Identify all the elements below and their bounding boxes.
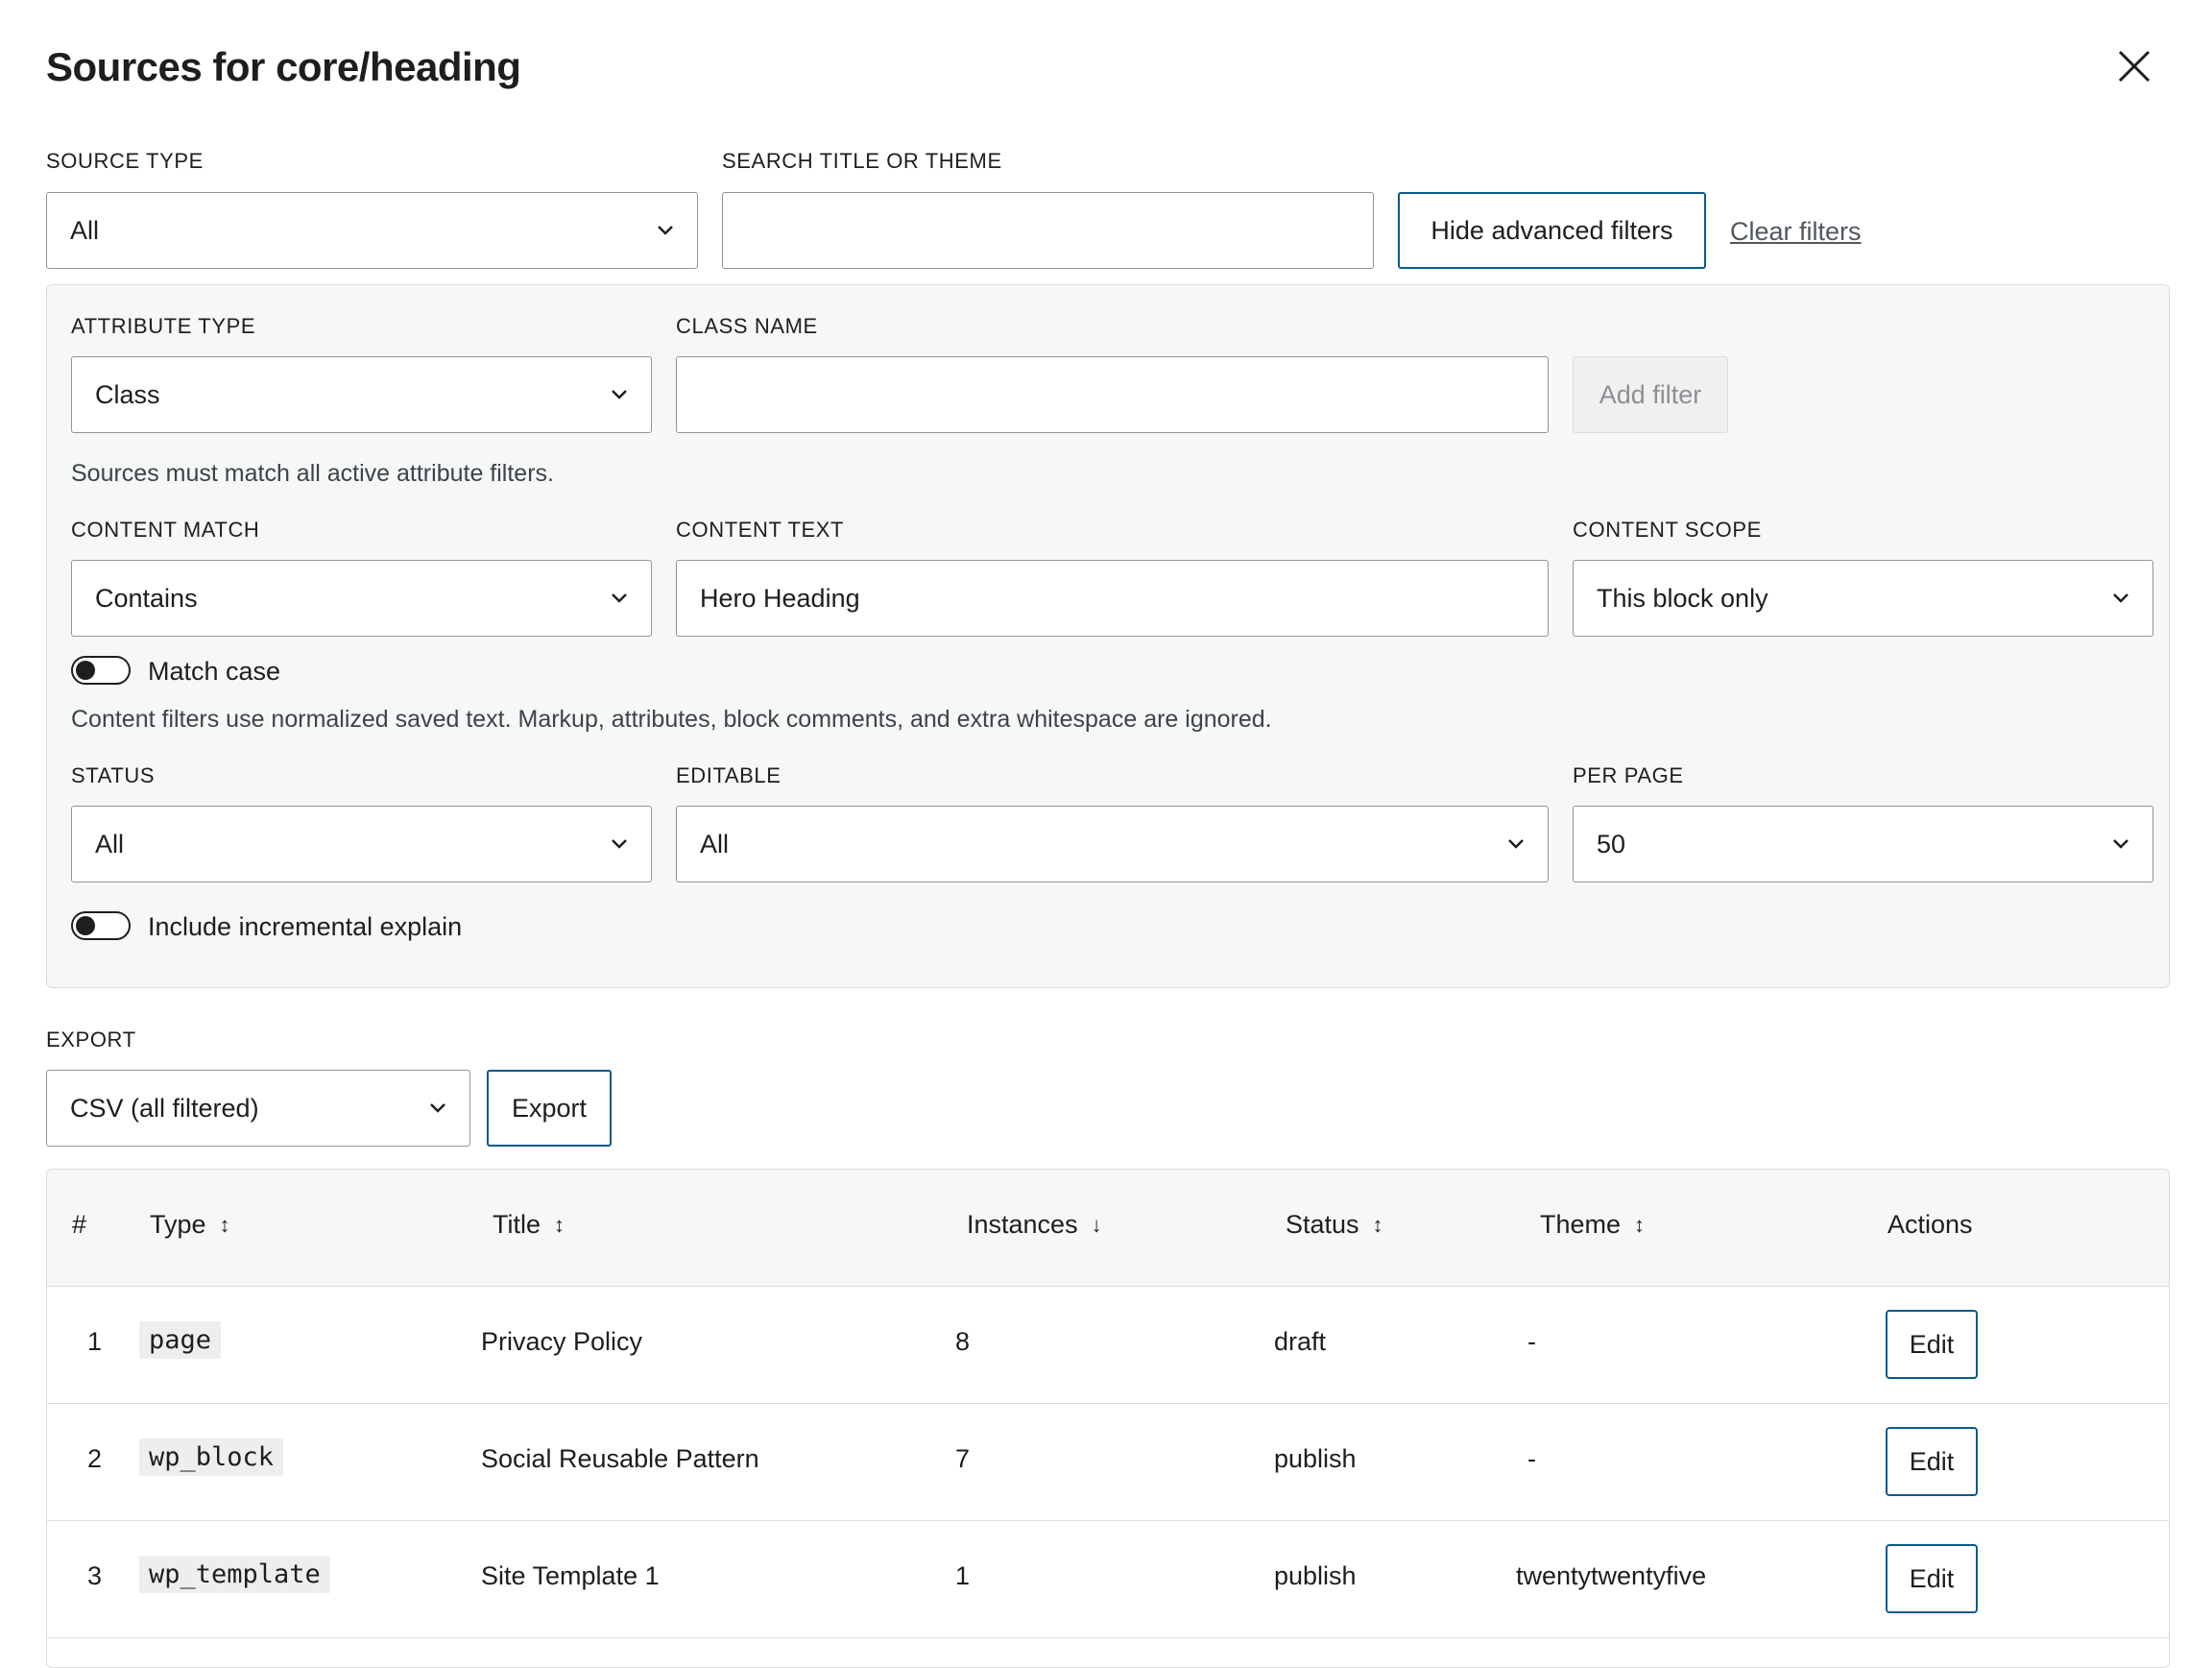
chevron-down-icon [612, 390, 627, 399]
incremental-explain-toggle[interactable] [71, 911, 131, 940]
table-row: 2 wp_block Social Reusable Pattern 7 pub… [47, 1404, 2169, 1521]
column-header-status[interactable]: Status ↕ [1286, 1210, 1383, 1240]
row-status: publish [1274, 1444, 1357, 1473]
row-status: draft [1274, 1327, 1327, 1356]
content-text-input[interactable]: Hero Heading [676, 560, 1549, 637]
chevron-down-icon [612, 839, 627, 849]
attribute-type-select[interactable]: Class [71, 356, 652, 433]
class-name-label: CLASS NAME [676, 314, 818, 338]
status-select[interactable]: All [71, 806, 652, 882]
column-header-theme[interactable]: Theme ↕ [1540, 1210, 1645, 1240]
search-text[interactable] [746, 215, 1373, 246]
hide-advanced-filters-button[interactable]: Hide advanced filters [1398, 192, 1706, 269]
source-type-label: SOURCE TYPE [46, 149, 204, 173]
column-header-num: # [72, 1210, 86, 1240]
column-header-num-label: # [72, 1210, 87, 1239]
incremental-explain-label: Include incremental explain [148, 912, 463, 941]
column-header-actions: Actions [1887, 1210, 1973, 1240]
status-value: All [95, 829, 125, 858]
content-match-label: CONTENT MATCH [71, 518, 260, 542]
row-type: wp_block [139, 1438, 284, 1476]
status-label: STATUS [71, 763, 156, 787]
close-icon[interactable] [2116, 48, 2152, 85]
attribute-filter-hint: Sources must match all active attribute … [71, 460, 554, 487]
sort-icon: ↕ [1372, 1212, 1383, 1237]
per-page-label: PER PAGE [1573, 763, 1684, 787]
content-scope-select[interactable]: This block only [1573, 560, 2153, 637]
row-number: 2 [87, 1444, 103, 1473]
column-header-type-label: Type [150, 1210, 206, 1239]
column-header-theme-label: Theme [1540, 1210, 1622, 1239]
clear-filters-link[interactable]: Clear filters [1730, 217, 1862, 247]
match-case-label: Match case [148, 657, 281, 686]
per-page-select[interactable]: 50 [1573, 806, 2153, 882]
edit-button[interactable]: Edit [1886, 1544, 1978, 1613]
add-filter-button[interactable]: Add filter [1573, 356, 1728, 433]
row-theme: - [1527, 1327, 1536, 1356]
editable-value: All [700, 829, 730, 858]
chevron-down-icon [612, 593, 627, 603]
content-match-select[interactable]: Contains [71, 560, 652, 637]
row-number: 3 [87, 1561, 103, 1590]
row-theme: - [1527, 1444, 1536, 1473]
row-title: Privacy Policy [481, 1327, 643, 1356]
sort-descending-icon: ↓ [1091, 1212, 1102, 1237]
export-label: EXPORT [46, 1027, 136, 1052]
row-number: 1 [87, 1327, 103, 1356]
content-filter-hint: Content filters use normalized saved tex… [71, 706, 1272, 733]
row-status: publish [1274, 1561, 1357, 1590]
chevron-down-icon [2113, 839, 2128, 849]
match-case-toggle[interactable] [71, 656, 131, 685]
editable-label: EDITABLE [676, 763, 781, 787]
content-text-label: CONTENT TEXT [676, 518, 845, 542]
content-text-value: Hero Heading [700, 583, 860, 613]
table-row: 3 wp_template Site Template 1 1 publish … [47, 1521, 2169, 1638]
column-header-status-label: Status [1286, 1210, 1359, 1239]
advanced-filters-panel: ATTRIBUTE TYPE Class CLASS NAME Add filt… [46, 284, 2170, 988]
row-instances: 7 [955, 1444, 971, 1473]
export-format-value: CSV (all filtered) [70, 1093, 259, 1123]
row-type: wp_template [139, 1556, 330, 1593]
content-scope-value: This block only [1597, 583, 1768, 613]
editable-select[interactable]: All [676, 806, 1549, 882]
table-row: 1 page Privacy Policy 8 draft - Edit [47, 1287, 2169, 1404]
chevron-down-icon [658, 226, 673, 235]
source-type-select[interactable]: All [46, 192, 698, 269]
row-instances: 8 [955, 1327, 971, 1356]
sources-table: # Type ↕ Title ↕ Instances ↓ Status ↕ Th… [46, 1169, 2170, 1668]
column-header-title-label: Title [493, 1210, 541, 1239]
chevron-down-icon [1508, 839, 1524, 849]
sort-icon: ↕ [554, 1212, 565, 1237]
export-button[interactable]: Export [487, 1070, 612, 1147]
row-title: Site Template 1 [481, 1561, 660, 1590]
edit-button[interactable]: Edit [1886, 1427, 1978, 1496]
table-header: # Type ↕ Title ↕ Instances ↓ Status ↕ Th… [47, 1170, 2169, 1287]
attribute-type-label: ATTRIBUTE TYPE [71, 314, 256, 338]
column-header-title[interactable]: Title ↕ [493, 1210, 565, 1240]
content-match-value: Contains [95, 583, 198, 613]
sort-icon: ↕ [219, 1212, 230, 1237]
source-type-value: All [70, 215, 100, 245]
column-header-instances-label: Instances [967, 1210, 1078, 1239]
row-title: Social Reusable Pattern [481, 1444, 759, 1473]
column-header-actions-label: Actions [1887, 1210, 1973, 1239]
class-name-input[interactable] [676, 356, 1549, 433]
row-instances: 1 [955, 1561, 971, 1590]
dialog-title: Sources for core/heading [46, 44, 521, 89]
row-type: page [139, 1321, 222, 1359]
edit-button[interactable]: Edit [1886, 1310, 1978, 1379]
export-format-select[interactable]: CSV (all filtered) [46, 1070, 470, 1147]
column-header-type[interactable]: Type ↕ [150, 1210, 230, 1240]
row-theme: twentytwentyfive [1516, 1561, 1707, 1590]
chevron-down-icon [2113, 593, 2128, 603]
chevron-down-icon [430, 1103, 445, 1113]
search-label: SEARCH TITLE OR THEME [722, 149, 1002, 173]
sort-icon: ↕ [1634, 1212, 1646, 1237]
content-scope-label: CONTENT SCOPE [1573, 518, 1762, 542]
column-header-instances[interactable]: Instances ↓ [967, 1210, 1102, 1240]
search-input[interactable] [722, 192, 1374, 269]
attribute-type-value: Class [95, 379, 160, 409]
per-page-value: 50 [1597, 829, 1626, 858]
